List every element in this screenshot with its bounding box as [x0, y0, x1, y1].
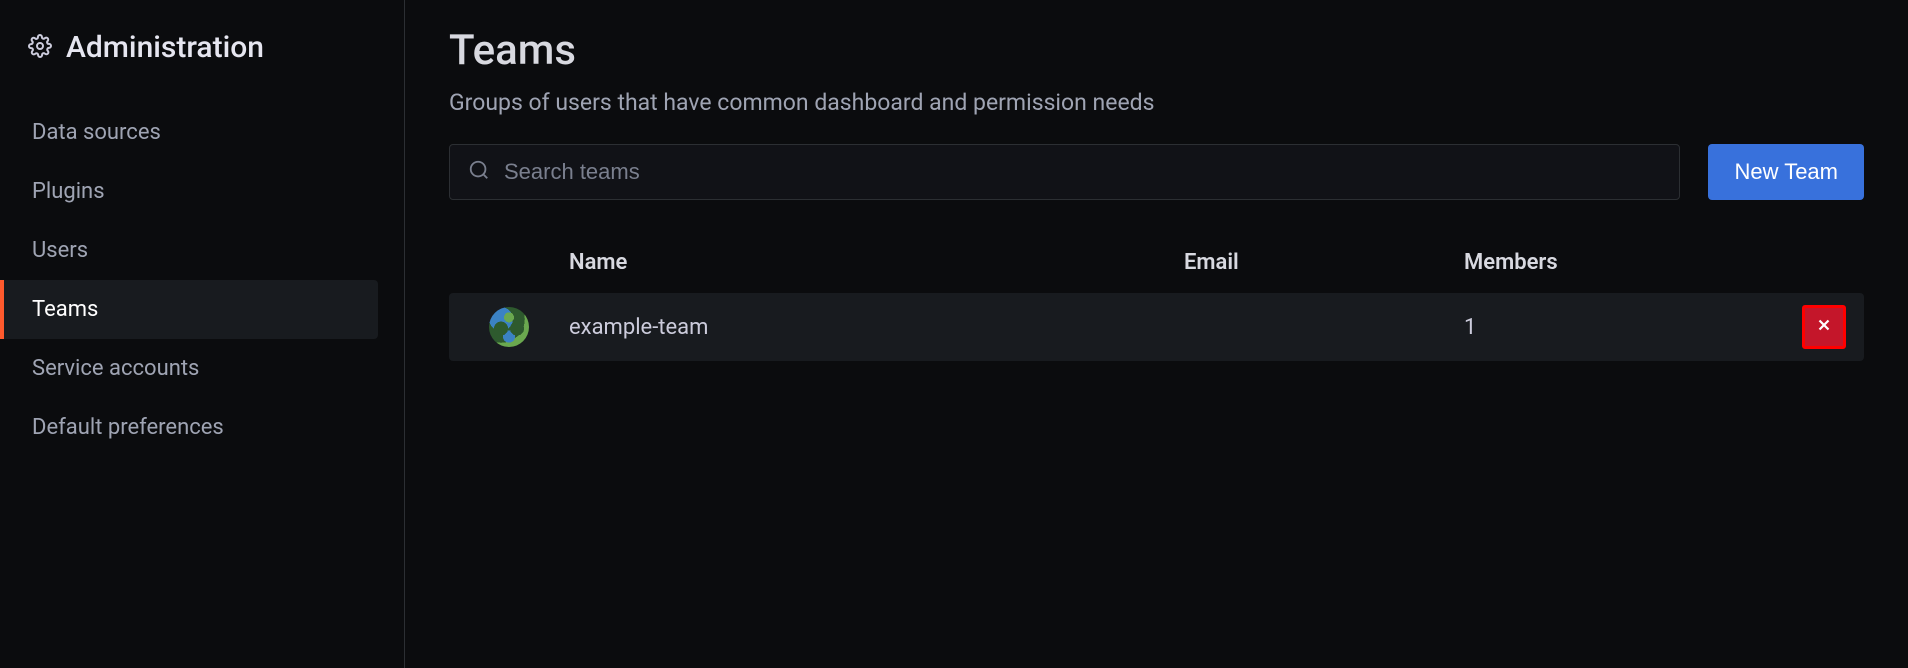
page-subtitle: Groups of users that have common dashboa… [449, 89, 1864, 116]
table-header-row: Name Email Members [449, 242, 1864, 293]
sidebar-item-users[interactable]: Users [0, 221, 378, 280]
sidebar-item-default-preferences[interactable]: Default preferences [0, 398, 378, 457]
team-members-cell: 1 [1464, 315, 1784, 340]
sidebar-item-label: Default preferences [32, 415, 224, 440]
sidebar-nav: Data sources Plugins Users Teams Service… [0, 95, 404, 457]
sidebar-title: Administration [66, 30, 264, 65]
team-avatar-icon [489, 307, 529, 347]
gear-icon [28, 34, 52, 62]
new-team-button[interactable]: New Team [1708, 144, 1864, 200]
page-title: Teams [449, 26, 1864, 75]
search-wrap[interactable] [449, 144, 1680, 200]
team-actions-cell [1784, 305, 1864, 349]
th-name[interactable]: Name [569, 250, 1184, 275]
sidebar-item-label: Service accounts [32, 356, 199, 381]
sidebar-item-label: Plugins [32, 179, 105, 204]
close-icon [1815, 315, 1833, 340]
actions-row: New Team [449, 144, 1864, 200]
sidebar: Administration Data sources Plugins User… [0, 0, 405, 668]
search-input[interactable] [504, 159, 1661, 185]
team-name-cell: example-team [569, 315, 1184, 340]
th-members[interactable]: Members [1464, 250, 1784, 275]
sidebar-item-teams[interactable]: Teams [0, 280, 378, 339]
sidebar-header: Administration [0, 30, 404, 95]
sidebar-item-label: Teams [32, 297, 98, 322]
sidebar-item-label: Users [32, 238, 88, 263]
team-avatar-cell [449, 307, 569, 347]
main-content: Teams Groups of users that have common d… [405, 0, 1908, 668]
sidebar-item-service-accounts[interactable]: Service accounts [0, 339, 378, 398]
sidebar-item-label: Data sources [32, 120, 161, 145]
search-icon [468, 159, 504, 185]
teams-table: Name Email Members example-team 1 [449, 242, 1864, 361]
sidebar-item-plugins[interactable]: Plugins [0, 162, 378, 221]
table-row[interactable]: example-team 1 [449, 293, 1864, 361]
th-email[interactable]: Email [1184, 250, 1464, 275]
delete-team-button[interactable] [1802, 305, 1846, 349]
sidebar-item-data-sources[interactable]: Data sources [0, 103, 378, 162]
